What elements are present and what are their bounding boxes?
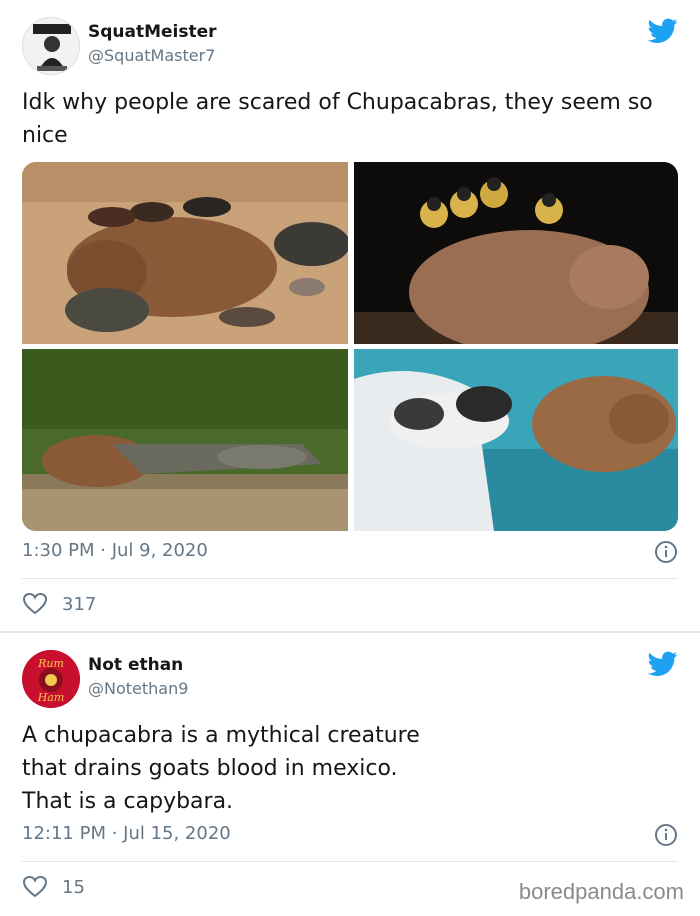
tweet-card: SquatMeister @SquatMaster7 Idk why peopl… (0, 0, 700, 632)
tweet-text-line: That is a capybara. (22, 789, 234, 814)
watermark: boredpanda.com (518, 879, 684, 904)
tweet-timestamp[interactable]: 12:11 PM · Jul 15, 2020 (22, 823, 231, 844)
twitter-bird-icon[interactable] (648, 18, 678, 44)
display-name[interactable]: SquatMeister (88, 22, 217, 42)
divider (22, 578, 678, 579)
tweet-text: Idk why people are scared of Chupacabras… (22, 90, 653, 148)
tweet-text-line: that drains goats blood in mexico. (22, 756, 398, 781)
heart-icon[interactable] (22, 592, 48, 616)
tweet-timestamp[interactable]: 1:30 PM · Jul 9, 2020 (22, 540, 208, 561)
capybara-with-ducks-and-turtles-photo[interactable] (22, 162, 348, 344)
twitter-bird-icon[interactable] (648, 651, 678, 677)
like-button[interactable]: 317 (22, 592, 96, 616)
capybara-with-rat-photo[interactable] (354, 349, 678, 531)
capybara-with-crocodile-photo[interactable] (22, 349, 348, 531)
info-icon[interactable] (654, 823, 678, 847)
anime-avatar-icon (23, 18, 79, 74)
media-grid[interactable] (22, 162, 678, 531)
heart-icon[interactable] (22, 875, 48, 899)
info-icon[interactable] (654, 540, 678, 564)
tweet-text: A chupacabra is a mythical creature that… (22, 719, 662, 818)
user-avatar[interactable] (22, 17, 80, 75)
capybara-with-monkeys-photo[interactable] (354, 162, 678, 344)
tweet-text-line: A chupacabra is a mythical creature (22, 723, 420, 748)
avatar-text-bottom: Ham (37, 691, 65, 704)
avatar-text-top: Rum (37, 657, 64, 670)
like-count: 317 (62, 593, 97, 615)
divider (22, 861, 678, 862)
user-handle[interactable]: @SquatMaster7 (88, 46, 215, 65)
tweet-card: Rum Ham Not ethan @Notethan9 A chupacabr… (0, 633, 700, 916)
display-name[interactable]: Not ethan (88, 655, 183, 675)
user-avatar[interactable]: Rum Ham (22, 650, 80, 708)
user-handle[interactable]: @Notethan9 (88, 679, 188, 698)
rum-ham-avatar-icon: Rum Ham (22, 650, 80, 708)
like-button[interactable]: 15 (22, 875, 85, 899)
like-count: 15 (62, 876, 85, 898)
